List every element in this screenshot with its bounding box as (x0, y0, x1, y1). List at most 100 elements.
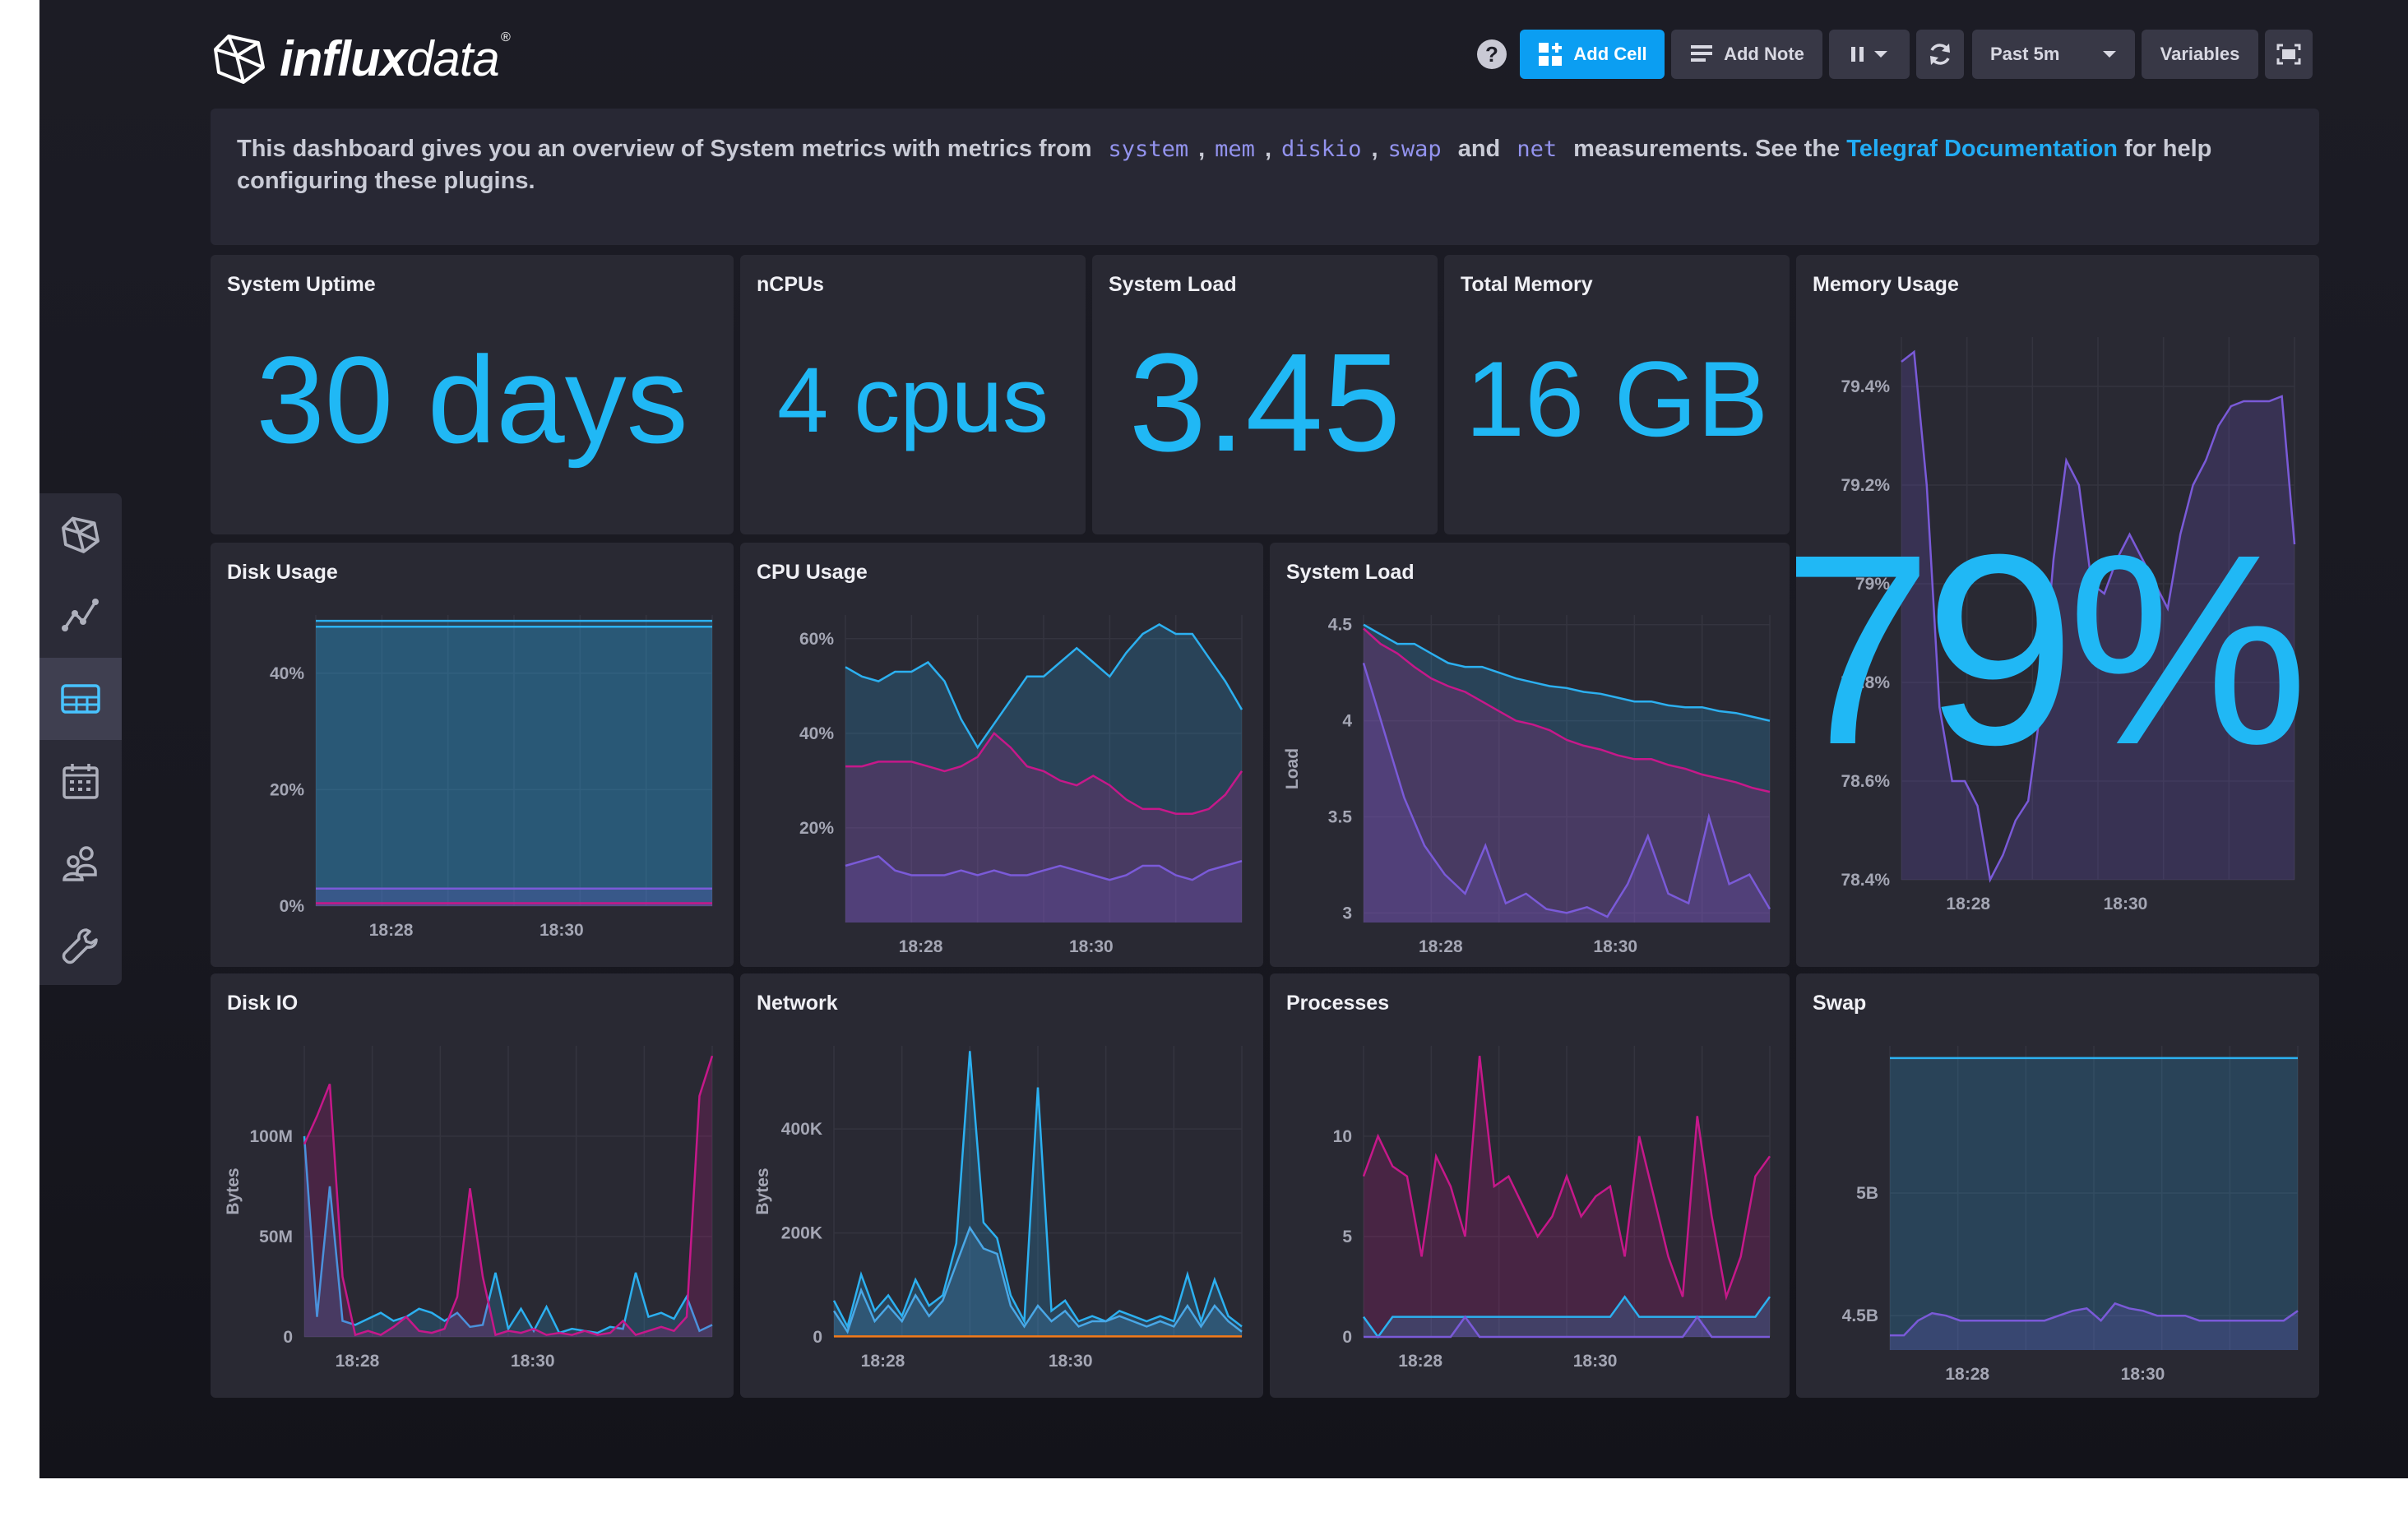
grid (303, 1046, 713, 1338)
x-tick-label: 18:28 (1419, 937, 1463, 956)
y-tick-label: 0 (283, 1328, 293, 1347)
sidebar-item-dashboards[interactable] (39, 658, 122, 740)
y-tick-label: 4.5B (1842, 1306, 1878, 1325)
y-tick-label: 78.4% (1841, 871, 1890, 890)
disk-usage-chart: 40% 20% 0% 18:28 18:30 (270, 615, 713, 940)
cell-title: Swap (1813, 992, 1867, 1015)
stat-value: 16 GB (1465, 339, 1769, 459)
cpu-usage-chart: 60% 40% 20% 18:28 18:30 (799, 615, 1243, 956)
cell-title: System Uptime (227, 273, 376, 296)
network-chart: 400K 200K 0 18:28 18:30 Bytes (753, 1046, 1243, 1371)
cell-title: Processes (1286, 992, 1390, 1015)
time-range-label: Past 5m (1990, 44, 2060, 64)
y-axis-label: Bytes (224, 1168, 243, 1214)
y-tick-label: 20% (799, 819, 834, 838)
influxdata-logo[interactable]: influxdata ® (212, 30, 516, 87)
variables-label: Variables (2160, 44, 2240, 64)
cell-disk-io[interactable]: Disk IO 100M 50M 0 18:28 18:30 Bytes (211, 973, 734, 1398)
y-tick-label: 400K (781, 1120, 822, 1139)
cell-system-uptime[interactable]: System Uptime 30 days (211, 255, 734, 534)
chevron-down-icon (2103, 51, 2116, 58)
sidebar-item-organizations[interactable] (39, 822, 122, 904)
help-button[interactable]: ? (1477, 39, 1507, 69)
y-tick-label: 4.5 (1328, 616, 1353, 635)
add-note-button[interactable]: Add Note (1671, 30, 1822, 79)
sidebar-item-settings[interactable] (39, 904, 122, 987)
cell-title: System Load (1286, 561, 1415, 584)
sidebar-item-home[interactable] (39, 493, 122, 576)
users-icon (63, 846, 97, 881)
y-tick-label: 5B (1856, 1184, 1878, 1203)
help-icon: ? (1485, 41, 1498, 67)
series-area (316, 627, 712, 906)
y-tick-label: 40% (270, 664, 304, 683)
cell-cpu-usage[interactable]: CPU Usage 60% 40% 20% 18:28 18:30 (740, 543, 1263, 967)
cell-total-memory[interactable]: Total Memory 16 GB (1444, 255, 1790, 534)
x-tick-label: 18:30 (1593, 937, 1637, 956)
note-text: This dashboard gives you an overview of … (237, 136, 1092, 162)
series-area (1890, 1057, 2298, 1350)
time-range-dropdown[interactable]: Past 5m (1972, 30, 2135, 79)
variables-button[interactable]: Variables (2142, 30, 2258, 79)
y-tick-label: 79.4% (1841, 377, 1890, 396)
add-cell-label: Add Cell (1573, 44, 1647, 64)
cell-title: CPU Usage (757, 561, 868, 584)
x-tick-label: 18:28 (369, 921, 414, 940)
cell-title: Network (757, 992, 838, 1015)
sidebar-nav (39, 493, 122, 985)
y-tick-label: 60% (799, 630, 834, 649)
cell-processes[interactable]: Processes 10 5 0 18:28 18:30 (1270, 973, 1790, 1398)
x-tick-label: 18:28 (1398, 1352, 1442, 1371)
note-code-mem: mem (1215, 136, 1255, 162)
y-tick-label: 3.5 (1328, 807, 1353, 826)
y-tick-label: 40% (799, 724, 834, 743)
y-tick-label: 5 (1342, 1228, 1352, 1246)
add-note-label: Add Note (1724, 44, 1804, 64)
x-tick-label: 18:30 (511, 1352, 555, 1371)
refresh-icon (1930, 44, 1950, 65)
cell-ncpus[interactable]: nCPUs 4 cpus (740, 255, 1086, 534)
y-axis-label: Bytes (753, 1168, 772, 1214)
cell-system-load-graph[interactable]: System Load 4.5 4 3.5 3 18:28 18:30 Load (1270, 543, 1790, 967)
cell-network[interactable]: Network 400K 200K 0 18:28 18:30 Bytes (740, 973, 1263, 1398)
note-icon (1691, 45, 1713, 62)
y-tick-label: 0% (280, 897, 305, 916)
x-tick-label: 18:28 (899, 937, 943, 956)
note-code-system: system (1108, 136, 1189, 162)
stat-value: 30 days (256, 331, 688, 469)
add-cell-button[interactable]: Add Cell (1520, 30, 1665, 79)
presentation-mode-button[interactable] (2265, 30, 2313, 79)
note-code-diskio: diskio (1281, 136, 1362, 162)
influx-logo-icon (62, 516, 100, 553)
sidebar-item-data-explorer[interactable] (39, 576, 122, 658)
cell-title: System Load (1109, 273, 1237, 296)
x-tick-label: 18:28 (1945, 1365, 1989, 1384)
y-tick-label: 0 (813, 1328, 822, 1347)
x-tick-label: 18:30 (1573, 1352, 1618, 1371)
stat-value: 3.45 (1128, 325, 1401, 481)
cell-swap[interactable]: Swap 5B 4.5B 18:28 18:30 (1796, 973, 2319, 1398)
y-tick-label: 4 (1342, 712, 1352, 731)
sidebar-item-tasks[interactable] (39, 740, 122, 822)
swap-chart: 5B 4.5B 18:28 18:30 (1842, 1046, 2299, 1384)
calendar-icon (63, 764, 99, 799)
y-tick-label: 20% (270, 780, 304, 799)
cell-memory-usage[interactable]: Memory Usage 79.4% 79.2% 79% 78.8% 78.6% 78.4… (1796, 255, 2319, 967)
expand-icon (2276, 44, 2301, 65)
telegraf-docs-link[interactable]: Telegraf Documentation (1846, 136, 2118, 162)
refresh-button[interactable] (1916, 30, 1964, 79)
cell-title: Disk IO (227, 992, 299, 1015)
app-window: influxdata® ? Add Cell Add Note Past 5m (39, 0, 2408, 1478)
cell-system-load-stat[interactable]: System Load 3.45 (1092, 255, 1438, 534)
x-tick-label: 18:28 (336, 1352, 380, 1371)
note-text: measurements. See the (1573, 136, 1841, 162)
wrench-icon (62, 928, 98, 964)
cell-disk-usage[interactable]: Disk Usage 40% 20% 0% 18:28 18:30 (211, 543, 734, 967)
y-tick-label: 50M (259, 1228, 293, 1246)
y-axis-label: Load (1283, 748, 1302, 789)
cell-title: Disk Usage (227, 561, 338, 584)
chevron-down-icon (1873, 51, 1887, 58)
autorefresh-dropdown[interactable] (1829, 30, 1910, 79)
disk-io-chart: 100M 50M 0 18:28 18:30 Bytes (224, 1046, 714, 1371)
y-tick-label: 10 (1333, 1127, 1352, 1146)
